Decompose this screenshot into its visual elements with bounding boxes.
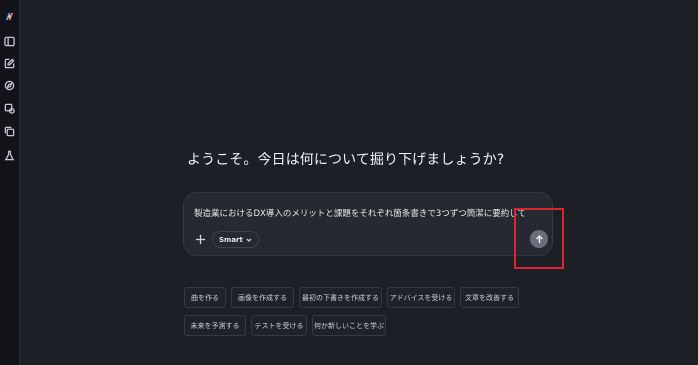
annotation-highlight-box xyxy=(514,208,564,269)
suggestion-chip[interactable]: アドバイスを受ける xyxy=(387,287,455,308)
suggestion-chip[interactable]: 何か新しいことを学ぶ xyxy=(312,315,386,336)
chevron-down-icon xyxy=(246,238,252,242)
suggestion-chip[interactable]: 未来を予測する xyxy=(184,315,246,336)
pages-icon[interactable] xyxy=(3,125,16,138)
labs-icon[interactable] xyxy=(3,149,16,162)
discover-icon[interactable] xyxy=(3,79,16,92)
app-window: ようこそ。今日は何について掘り下げましょうか? 製造業におけるDX導入のメリット… xyxy=(0,0,698,365)
new-chat-icon[interactable] xyxy=(3,57,16,70)
copilot-logo-icon[interactable] xyxy=(3,10,16,23)
mode-label: Smart xyxy=(219,235,243,244)
suggestion-chip[interactable]: 最初の下書きを作成する xyxy=(299,287,382,308)
sidebar xyxy=(0,0,20,365)
image-icon[interactable] xyxy=(3,102,16,115)
add-attachment-button[interactable] xyxy=(194,233,206,245)
mode-selector[interactable]: Smart xyxy=(212,231,259,248)
message-input[interactable]: 製造業におけるDX導入のメリットと課題をそれぞれ箇条書きで3つずつ簡潔に要約して xyxy=(194,207,526,219)
suggestion-chip[interactable]: テストを受ける xyxy=(251,315,307,336)
sidebar-toggle-icon[interactable] xyxy=(3,35,16,48)
suggestion-chip[interactable]: 文章を改善する xyxy=(460,287,519,308)
plus-icon xyxy=(195,234,205,244)
chat-composer[interactable]: 製造業におけるDX導入のメリットと課題をそれぞれ箇条書きで3つずつ簡潔に要約して… xyxy=(183,192,553,256)
page-title: ようこそ。今日は何について掘り下げましょうか? xyxy=(187,152,505,168)
suggestion-chip[interactable]: 曲を作る xyxy=(184,287,226,308)
main-panel xyxy=(20,0,698,365)
suggestion-chip[interactable]: 画像を作成する xyxy=(231,287,294,308)
